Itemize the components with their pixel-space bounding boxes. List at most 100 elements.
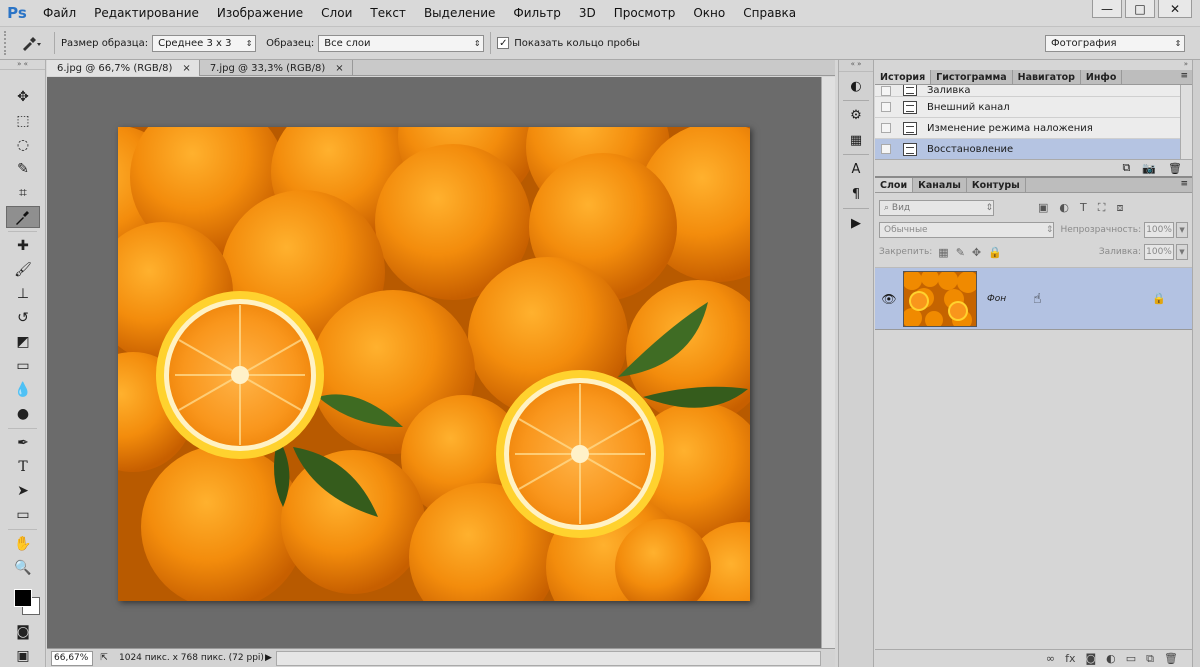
sample-size-select[interactable]: Среднее 3 х 3 ⇕	[152, 34, 257, 52]
quick-selection-tool-icon[interactable]: ✎	[6, 158, 40, 180]
move-tool-icon[interactable]: ✥	[6, 86, 40, 108]
fill-field[interactable]: 100%	[1144, 244, 1174, 260]
menu-window[interactable]: Окно	[684, 0, 734, 26]
character-panel-icon[interactable]: A	[842, 158, 870, 180]
rectangle-tool-icon[interactable]: ▭	[6, 504, 40, 526]
tab-info[interactable]: Инфо	[1081, 70, 1123, 84]
image-filter-icon[interactable]: ▣	[1038, 201, 1048, 215]
history-checkbox[interactable]	[881, 123, 891, 133]
layer-style-icon[interactable]: fx	[1065, 652, 1075, 665]
history-panel-icon[interactable]: ◐	[842, 75, 870, 97]
color-swatches[interactable]	[4, 583, 44, 617]
history-item[interactable]: Заливка	[875, 85, 1192, 97]
menu-3d[interactable]: 3D	[570, 0, 605, 26]
tab-histogram[interactable]: Гистограмма	[931, 70, 1013, 84]
show-ring-checkbox[interactable]: ✓	[497, 37, 510, 49]
marquee-tool-icon[interactable]: ⬚	[6, 110, 40, 132]
menu-type[interactable]: Текст	[361, 0, 415, 26]
lock-all-icon[interactable]: 🔒	[988, 246, 1002, 259]
link-layers-icon[interactable]: ∞	[1046, 652, 1055, 665]
dodge-tool-icon[interactable]: ●	[6, 403, 40, 425]
history-brush-tool-icon[interactable]: ↺	[6, 307, 40, 329]
tool-preset-picker[interactable]	[14, 31, 48, 55]
tab-navigator[interactable]: Навигатор	[1013, 70, 1081, 84]
panel-menu-icon[interactable]: ≡	[1180, 71, 1188, 81]
vertical-scrollbar[interactable]	[821, 77, 835, 648]
history-item[interactable]: Внешний канал	[875, 97, 1192, 118]
options-grip[interactable]	[4, 31, 14, 55]
smart-object-filter-icon[interactable]: ⧈	[1116, 201, 1123, 215]
lock-position-icon[interactable]: ✥	[972, 246, 981, 259]
adjustment-filter-icon[interactable]: ◐	[1059, 201, 1069, 215]
foreground-color-swatch[interactable]	[14, 589, 32, 607]
adjustments-panel-icon[interactable]: ⚙	[842, 104, 870, 126]
menu-view[interactable]: Просмотр	[605, 0, 685, 26]
chevron-down-icon[interactable]: ▼	[1176, 244, 1188, 260]
type-tool-icon[interactable]: T	[6, 456, 40, 478]
eye-icon[interactable]: 👁	[875, 292, 903, 306]
oranges-photo[interactable]	[118, 127, 750, 601]
panel-scrollbar[interactable]	[1192, 60, 1200, 667]
trash-icon[interactable]: 🗑	[1168, 162, 1182, 175]
document-info[interactable]: 1024 пикс. x 768 пикс. (72 ppi)	[115, 653, 265, 663]
menu-layers[interactable]: Слои	[312, 0, 361, 26]
lock-transparency-icon[interactable]: ▦	[938, 246, 948, 259]
history-item[interactable]: Изменение режима наложения	[875, 118, 1192, 139]
clone-stamp-tool-icon[interactable]: ⊥	[6, 283, 40, 305]
tab-channels[interactable]: Каналы	[913, 178, 967, 192]
tab-document-2[interactable]: 7.jpg @ 33,3% (RGB/8) ×	[200, 60, 353, 76]
gradient-tool-icon[interactable]: ▭	[6, 355, 40, 377]
path-selection-tool-icon[interactable]: ➤	[6, 480, 40, 502]
opacity-field[interactable]: 100%	[1144, 222, 1175, 238]
eyedropper-tool-icon[interactable]	[6, 206, 40, 228]
lock-pixels-icon[interactable]: ✎	[956, 246, 965, 259]
zoom-tool-icon[interactable]: 🔍	[6, 557, 40, 579]
toolbox-collapse-icon[interactable]: » «	[0, 60, 45, 70]
lasso-tool-icon[interactable]: ◌	[6, 134, 40, 156]
layer-name[interactable]: Фон	[987, 294, 1027, 304]
menu-edit[interactable]: Редактирование	[85, 0, 208, 26]
layer-row[interactable]: 👁 Фон ☝ 🔒	[875, 268, 1192, 330]
type-filter-icon[interactable]: T	[1080, 201, 1087, 215]
tab-document-1[interactable]: 6.jpg @ 66,7% (RGB/8) ×	[47, 60, 200, 76]
actions-panel-icon[interactable]: ▶	[842, 212, 870, 234]
history-checkbox[interactable]	[881, 144, 891, 154]
healing-brush-tool-icon[interactable]: ✚	[6, 235, 40, 257]
export-icon[interactable]: ⇱	[97, 653, 111, 663]
status-menu-arrow-icon[interactable]: ▶	[265, 653, 272, 663]
menu-help[interactable]: Справка	[734, 0, 805, 26]
close-icon[interactable]: ×	[335, 63, 343, 74]
tab-paths[interactable]: Контуры	[967, 178, 1026, 192]
shape-filter-icon[interactable]: ⛶	[1098, 201, 1106, 215]
history-item-selected[interactable]: Восстановление	[875, 139, 1192, 159]
new-document-from-state-icon[interactable]: ⧉	[1122, 161, 1130, 175]
panel-menu-icon[interactable]: ≡	[1180, 179, 1188, 189]
layer-thumbnail[interactable]	[903, 270, 977, 327]
pen-tool-icon[interactable]: ✒	[6, 432, 40, 454]
add-mask-icon[interactable]: ◙	[1085, 652, 1096, 665]
chevron-down-icon[interactable]: ▼	[1176, 222, 1188, 238]
paragraph-panel-icon[interactable]: ¶	[842, 183, 870, 205]
new-adjustment-layer-icon[interactable]: ◐	[1106, 652, 1116, 665]
horizontal-scrollbar[interactable]	[275, 650, 821, 666]
history-checkbox[interactable]	[881, 86, 891, 96]
quick-mask-icon[interactable]: ◙	[6, 621, 40, 643]
history-checkbox[interactable]	[881, 102, 891, 112]
blend-mode-select[interactable]: Обычные ⇕	[879, 222, 1055, 238]
blur-tool-icon[interactable]: 💧	[6, 379, 40, 401]
maximize-button[interactable]: □	[1125, 0, 1155, 18]
new-layer-icon[interactable]: ⧉	[1146, 652, 1154, 666]
hand-tool-icon[interactable]: ✋	[6, 533, 40, 555]
zoom-field[interactable]: 66,67%	[51, 650, 93, 666]
camera-icon[interactable]: 📷	[1142, 162, 1156, 175]
menu-image[interactable]: Изображение	[208, 0, 312, 26]
tab-history[interactable]: История	[875, 70, 932, 84]
new-group-icon[interactable]: ▭	[1126, 652, 1136, 665]
properties-panel-icon[interactable]: ▦	[842, 129, 870, 151]
sample-select[interactable]: Все слои ⇕	[318, 34, 485, 52]
trash-icon[interactable]: 🗑	[1164, 652, 1178, 665]
menu-file[interactable]: Файл	[34, 0, 85, 26]
minimize-button[interactable]: —	[1092, 0, 1122, 18]
tab-layers[interactable]: Слои	[875, 178, 914, 192]
collapse-icon[interactable]: « »	[839, 60, 873, 72]
